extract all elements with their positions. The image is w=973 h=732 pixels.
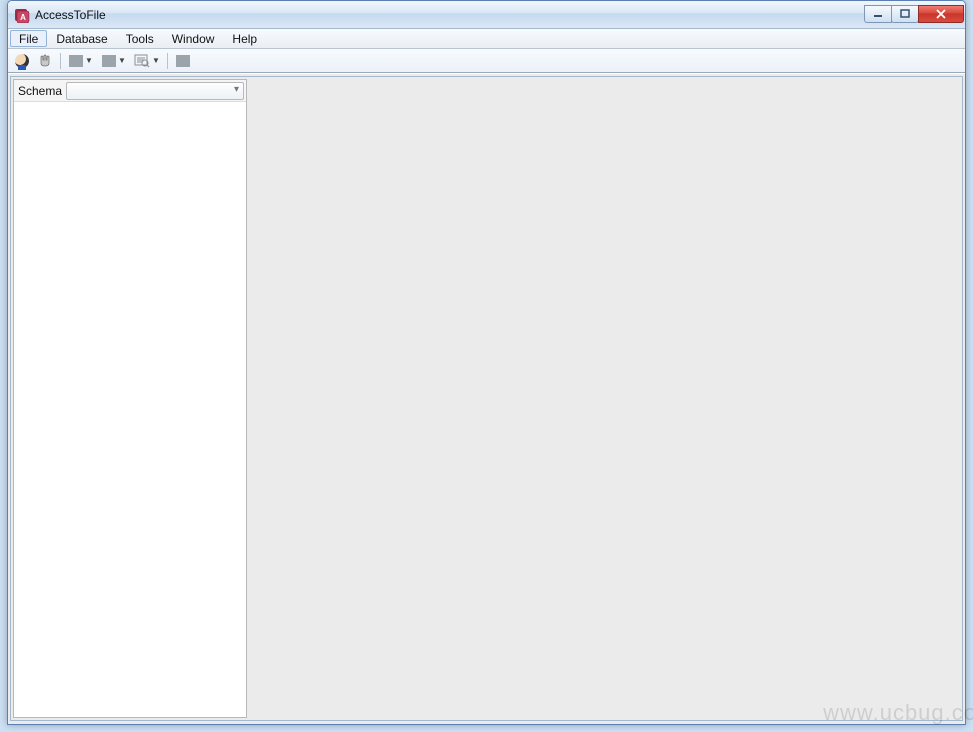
import-icon xyxy=(69,55,83,67)
schema-combo[interactable] xyxy=(66,82,244,100)
content-inner: Schema xyxy=(10,76,963,721)
query-icon xyxy=(134,54,150,68)
right-panel xyxy=(254,77,962,720)
left-panel: Schema xyxy=(13,79,247,718)
tree-view[interactable] xyxy=(14,102,246,717)
hand-icon xyxy=(38,54,52,68)
svg-text:A: A xyxy=(20,13,26,22)
schema-label: Schema xyxy=(18,84,66,98)
stop-icon xyxy=(176,55,190,67)
toolbar-query-button[interactable]: ▼ xyxy=(132,51,162,71)
menu-file[interactable]: File xyxy=(10,30,47,47)
menubar: File Database Tools Window Help xyxy=(8,29,965,49)
menu-database[interactable]: Database xyxy=(47,29,116,48)
schema-row: Schema xyxy=(14,80,246,102)
user-icon xyxy=(15,54,29,68)
content-area: Schema xyxy=(8,73,965,724)
toolbar-separator xyxy=(60,53,61,69)
toolbar-hand-button[interactable] xyxy=(35,51,55,71)
minimize-button[interactable] xyxy=(864,5,892,23)
chevron-down-icon: ▼ xyxy=(118,56,126,65)
chevron-down-icon: ▼ xyxy=(85,56,93,65)
toolbar: ▼ ▼ ▼ xyxy=(8,49,965,73)
toolbar-stop-button[interactable] xyxy=(173,51,193,71)
menu-help[interactable]: Help xyxy=(223,29,266,48)
toolbar-user-button[interactable] xyxy=(12,51,32,71)
export-icon xyxy=(102,55,116,67)
toolbar-import-button[interactable]: ▼ xyxy=(66,51,96,71)
app-icon: A xyxy=(14,7,30,23)
maximize-button[interactable] xyxy=(891,5,919,23)
app-window: A AccessToFile File Database Tools Windo… xyxy=(7,0,966,725)
toolbar-export-button[interactable]: ▼ xyxy=(99,51,129,71)
toolbar-separator xyxy=(167,53,168,69)
titlebar[interactable]: A AccessToFile xyxy=(8,1,965,29)
chevron-down-icon: ▼ xyxy=(152,56,160,65)
close-button[interactable] xyxy=(918,5,964,23)
menu-tools[interactable]: Tools xyxy=(117,29,163,48)
window-controls xyxy=(865,5,965,25)
menu-window[interactable]: Window xyxy=(163,29,224,48)
window-title: AccessToFile xyxy=(35,8,106,22)
